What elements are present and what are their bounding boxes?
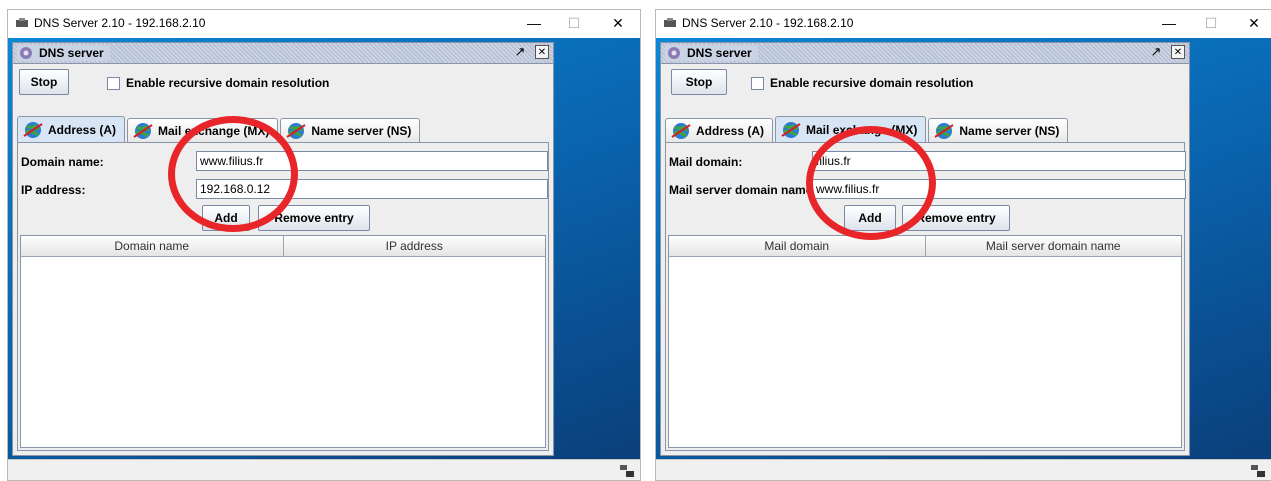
column-header-mail-server-domain-name[interactable]: Mail server domain name bbox=[926, 236, 1182, 256]
tab-panel: Domain name: www.filius.fr IP address: 1… bbox=[17, 142, 549, 451]
app-icon bbox=[664, 18, 676, 27]
tab-label: Mail exchange (MX) bbox=[158, 124, 270, 138]
remove-entry-button[interactable]: Remove entry bbox=[258, 205, 370, 231]
table-header: Mail domain Mail server domain name bbox=[669, 236, 1181, 257]
checkbox-label: Enable recursive domain resolution bbox=[770, 76, 974, 90]
domain-name-input[interactable]: www.filius.fr bbox=[196, 151, 548, 171]
window-title: DNS Server 2.10 - 192.168.2.10 bbox=[682, 16, 854, 30]
dns-window-left: DNS Server 2.10 - 192.168.2.10 — ☐ ✕ DNS… bbox=[7, 9, 641, 481]
add-button[interactable]: Add bbox=[202, 205, 250, 231]
network-icon bbox=[1251, 465, 1265, 477]
network-icon bbox=[620, 465, 634, 477]
tab-label: Address (A) bbox=[696, 124, 765, 138]
dns-server-icon bbox=[668, 47, 680, 59]
desktop-area: DNS server ↗ ✕ Stop Enable recursive dom… bbox=[656, 38, 1271, 460]
mail-domain-input[interactable]: filius.fr bbox=[812, 151, 1186, 171]
globe-icon bbox=[934, 123, 954, 139]
dns-internal-frame: DNS server ↗ ✕ Stop Enable recursive dom… bbox=[660, 42, 1190, 456]
detach-icon[interactable]: ↗ bbox=[1149, 45, 1163, 59]
dns-window-right: DNS Server 2.10 - 192.168.2.10 — ☐ ✕ DNS… bbox=[655, 9, 1271, 481]
checkbox-box[interactable] bbox=[751, 76, 764, 90]
tab-panel: Mail domain: filius.fr Mail server domai… bbox=[665, 142, 1186, 451]
table-header: Domain name IP address bbox=[21, 236, 545, 257]
stop-button[interactable]: Stop bbox=[19, 69, 69, 95]
records-table[interactable]: Mail domain Mail server domain name bbox=[668, 235, 1182, 448]
close-frame-icon[interactable]: ✕ bbox=[535, 45, 549, 59]
tab-name-server[interactable]: Name server (NS) bbox=[928, 118, 1069, 143]
detach-icon[interactable]: ↗ bbox=[513, 45, 527, 59]
ip-address-input[interactable]: 192.168.0.12 bbox=[196, 179, 548, 199]
desktop-area: DNS server ↗ ✕ Stop Enable recursive dom… bbox=[8, 38, 640, 460]
checkbox-box[interactable] bbox=[107, 76, 120, 90]
ip-address-label: IP address: bbox=[21, 183, 86, 197]
maximize-button[interactable]: ☐ bbox=[1191, 12, 1231, 36]
status-bar bbox=[8, 459, 640, 480]
stop-button[interactable]: Stop bbox=[671, 69, 727, 95]
close-button[interactable]: ✕ bbox=[598, 12, 638, 36]
maximize-button[interactable]: ☐ bbox=[554, 12, 594, 36]
minimize-button[interactable]: — bbox=[1149, 12, 1189, 36]
domain-name-label: Domain name: bbox=[21, 155, 104, 169]
add-button[interactable]: Add bbox=[844, 205, 896, 231]
tab-bar: Address (A) Mail exchange (MX) Name serv… bbox=[17, 116, 422, 143]
dns-server-icon bbox=[20, 47, 32, 59]
app-icon bbox=[16, 18, 28, 27]
globe-icon bbox=[23, 122, 43, 138]
internal-frame-titlebar: DNS server ↗ ✕ bbox=[13, 43, 553, 64]
close-button[interactable]: ✕ bbox=[1234, 12, 1271, 36]
globe-icon bbox=[133, 123, 153, 139]
globe-icon bbox=[286, 123, 306, 139]
tab-label: Name server (NS) bbox=[311, 124, 412, 138]
column-header-ip-address[interactable]: IP address bbox=[284, 236, 546, 256]
tab-address[interactable]: Address (A) bbox=[665, 118, 774, 143]
close-frame-icon[interactable]: ✕ bbox=[1171, 45, 1185, 59]
globe-icon bbox=[781, 122, 801, 138]
mail-domain-label: Mail domain: bbox=[669, 155, 743, 169]
mail-server-domain-name-input[interactable]: www.filius.fr bbox=[812, 179, 1186, 199]
tab-label: Name server (NS) bbox=[959, 124, 1060, 138]
recursive-resolution-checkbox[interactable]: Enable recursive domain resolution bbox=[751, 76, 973, 90]
internal-frame-titlebar: DNS server ↗ ✕ bbox=[661, 43, 1189, 64]
records-table[interactable]: Domain name IP address bbox=[20, 235, 546, 448]
minimize-button[interactable]: — bbox=[514, 12, 554, 36]
status-bar bbox=[656, 459, 1271, 480]
globe-icon bbox=[671, 123, 691, 139]
dns-internal-frame: DNS server ↗ ✕ Stop Enable recursive dom… bbox=[12, 42, 554, 456]
column-header-mail-domain[interactable]: Mail domain bbox=[669, 236, 926, 256]
window-titlebar: DNS Server 2.10 - 192.168.2.10 — ☐ ✕ bbox=[656, 10, 1271, 38]
remove-entry-button[interactable]: Remove entry bbox=[902, 205, 1010, 231]
tab-bar: Address (A) Mail exchange (MX) Name serv… bbox=[665, 116, 1070, 143]
tab-mail-exchange[interactable]: Mail exchange (MX) bbox=[775, 116, 927, 143]
checkbox-label: Enable recursive domain resolution bbox=[126, 76, 330, 90]
window-title: DNS Server 2.10 - 192.168.2.10 bbox=[34, 16, 206, 30]
column-header-domain-name[interactable]: Domain name bbox=[21, 236, 284, 256]
recursive-resolution-checkbox[interactable]: Enable recursive domain resolution bbox=[107, 76, 329, 90]
tab-address[interactable]: Address (A) bbox=[17, 116, 126, 143]
tab-label: Mail exchange (MX) bbox=[806, 123, 918, 137]
tab-label: Address (A) bbox=[48, 123, 117, 137]
mail-server-domain-name-label: Mail server domain name bbox=[669, 183, 813, 197]
tab-mail-exchange[interactable]: Mail exchange (MX) bbox=[127, 118, 279, 143]
window-titlebar: DNS Server 2.10 - 192.168.2.10 — ☐ ✕ bbox=[8, 10, 640, 38]
tab-name-server[interactable]: Name server (NS) bbox=[280, 118, 421, 143]
